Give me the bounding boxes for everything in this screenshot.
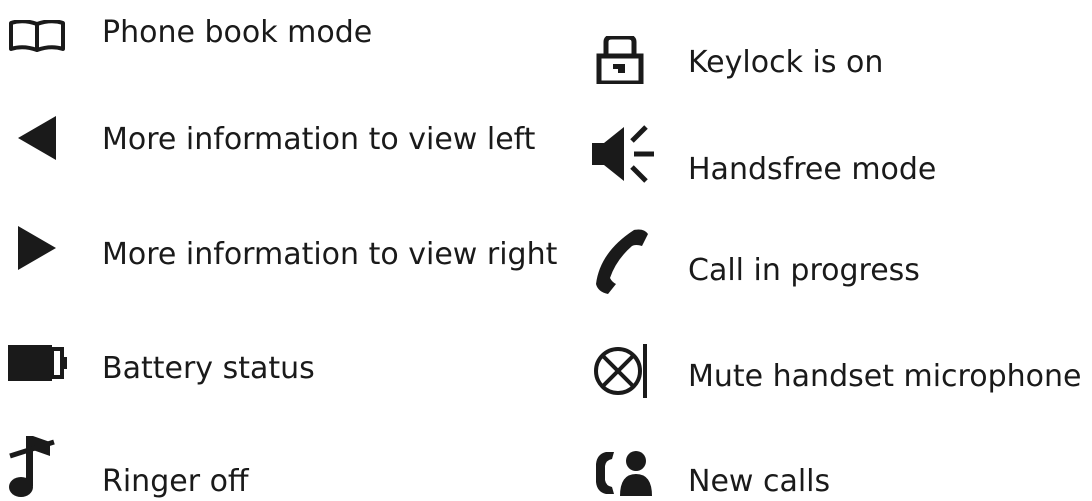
new-calls-label: New calls bbox=[688, 464, 831, 499]
ringer-off-icon bbox=[9, 436, 55, 497]
battery-label: Battery status bbox=[102, 351, 315, 386]
keylock-icon bbox=[596, 36, 644, 84]
mute-microphone-label: Mute handset microphone bbox=[688, 359, 1082, 394]
handsfree-icon bbox=[592, 125, 654, 183]
call-in-progress-icon bbox=[596, 229, 648, 294]
new-calls-icon bbox=[596, 451, 652, 496]
arrow-left-icon bbox=[18, 116, 56, 160]
handsfree-label: Handsfree mode bbox=[688, 152, 937, 187]
arrow-left-label: More information to view left bbox=[102, 122, 536, 157]
phone-book-label: Phone book mode bbox=[102, 15, 373, 50]
phone-book-icon bbox=[9, 20, 65, 52]
arrow-right-icon bbox=[18, 226, 56, 270]
mute-microphone-icon bbox=[594, 344, 647, 398]
call-in-progress-label: Call in progress bbox=[688, 253, 920, 288]
ringer-off-label: Ringer off bbox=[102, 464, 249, 499]
battery-icon bbox=[8, 345, 67, 381]
keylock-label: Keylock is on bbox=[688, 45, 884, 80]
arrow-right-label: More information to view right bbox=[102, 237, 558, 272]
